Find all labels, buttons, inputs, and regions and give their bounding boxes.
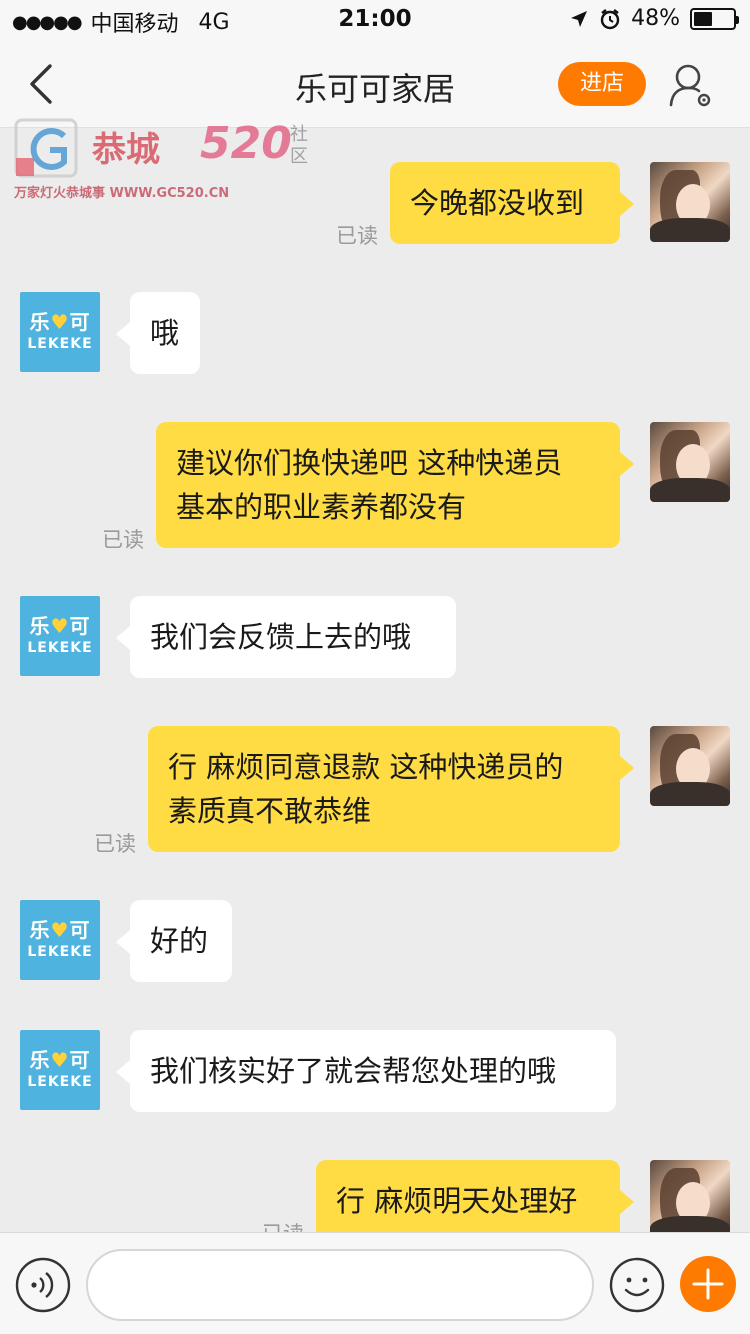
message-text: 基本的职业素养都没有 — [176, 490, 467, 524]
battery-fill — [694, 11, 713, 26]
chat-screen: ●●●●● 中国移动 4G 21:00 48% 乐可可家居 进店 今晚都没收到 … — [0, 0, 750, 1334]
read-receipt: 已读 — [94, 832, 136, 856]
brand-text-en: LEKEKE — [27, 640, 93, 656]
message-text: 素质真不敢恭维 — [168, 794, 372, 828]
my-avatar[interactable] — [650, 422, 730, 502]
heart-icon: ♥ — [50, 918, 70, 942]
message-bubble-mine[interactable]: 行 麻烦同意退款 这种快递员的 素质真不敢恭维 — [148, 726, 634, 852]
message-text: 我们核实好了就会帮您处理的哦 — [150, 1054, 557, 1088]
heart-icon: ♥ — [50, 310, 70, 334]
message-text: 行 麻烦同意退款 这种快递员的 — [168, 750, 564, 784]
read-receipt: 已读 — [336, 224, 378, 248]
add-more-button[interactable] — [680, 1256, 736, 1312]
read-receipt: 已读 — [102, 528, 144, 552]
message-bubble-mine[interactable]: 建议你们换快递吧 这种快递员 基本的职业素养都没有 — [156, 422, 634, 548]
message-list[interactable]: 今晚都没收到 已读 乐♥可 LEKEKE 哦 建议你们换快递吧 这种快递员 基本… — [0, 128, 750, 1232]
status-bar: ●●●●● 中国移动 4G 21:00 48% — [0, 0, 750, 40]
watermark-number: 520 — [200, 118, 292, 169]
brand-text: 乐 — [29, 918, 51, 942]
heart-icon: ♥ — [50, 614, 70, 638]
brand-text-en: LEKEKE — [27, 944, 93, 960]
message-bubble-shop[interactable]: 好的 — [116, 900, 232, 982]
message-text: 哦 — [150, 316, 180, 350]
message-bubble-mine[interactable]: 行 麻烦明天处理好 — [316, 1160, 634, 1232]
shop-avatar[interactable]: 乐♥可 LEKEKE — [20, 292, 100, 372]
watermark-text: 恭城 — [92, 130, 160, 170]
watermark-side-text: 社区 — [290, 124, 308, 167]
enter-shop-button[interactable]: 进店 — [558, 62, 646, 106]
message-text: 建议你们换快递吧 这种快递员 — [176, 446, 563, 480]
brand-text: 可 — [69, 614, 91, 638]
brand-text: 可 — [69, 918, 91, 942]
message-bubble-shop[interactable]: 哦 — [116, 292, 200, 374]
my-avatar[interactable] — [650, 162, 730, 242]
message-bubble-shop[interactable]: 我们会反馈上去的哦 — [116, 596, 456, 678]
brand-text: 乐 — [29, 614, 51, 638]
voice-icon[interactable] — [14, 1256, 72, 1314]
message-text: 好的 — [150, 924, 209, 958]
watermark-logo-icon — [14, 118, 78, 178]
user-settings-icon[interactable] — [668, 62, 714, 108]
battery-percent: 48% — [631, 6, 680, 31]
shop-avatar[interactable]: 乐♥可 LEKEKE — [20, 596, 100, 676]
watermark-subtitle: 万家灯火恭城事 WWW.GC520.CN — [14, 186, 230, 201]
message-text: 今晚都没收到 — [410, 186, 585, 220]
site-watermark: 恭城 520 社区 万家灯火恭城事 WWW.GC520.CN — [14, 114, 314, 206]
message-text: 行 麻烦明天处理好 — [336, 1184, 578, 1218]
my-avatar[interactable] — [650, 1160, 730, 1232]
brand-text: 可 — [69, 310, 91, 334]
location-arrow-icon — [571, 10, 588, 27]
message-bubble-mine[interactable]: 今晚都没收到 — [390, 162, 634, 244]
emoji-icon[interactable] — [608, 1256, 666, 1314]
input-bar — [0, 1232, 750, 1334]
message-text: 我们会反馈上去的哦 — [150, 620, 412, 654]
alarm-icon — [600, 8, 620, 29]
brand-text: 可 — [69, 1048, 91, 1072]
shop-avatar[interactable]: 乐♥可 LEKEKE — [20, 900, 100, 980]
shop-avatar[interactable]: 乐♥可 LEKEKE — [20, 1030, 100, 1110]
battery-icon — [690, 7, 739, 30]
brand-text-en: LEKEKE — [27, 336, 93, 352]
brand-text: 乐 — [29, 310, 51, 334]
read-receipt: 已读 — [262, 1218, 304, 1232]
plus-icon — [692, 1268, 724, 1300]
brand-text-en: LEKEKE — [27, 1074, 93, 1090]
message-input[interactable] — [86, 1249, 594, 1321]
my-avatar[interactable] — [650, 726, 730, 806]
brand-text: 乐 — [29, 1048, 51, 1072]
message-bubble-shop[interactable]: 我们核实好了就会帮您处理的哦 — [116, 1030, 616, 1112]
heart-icon: ♥ — [50, 1048, 70, 1072]
